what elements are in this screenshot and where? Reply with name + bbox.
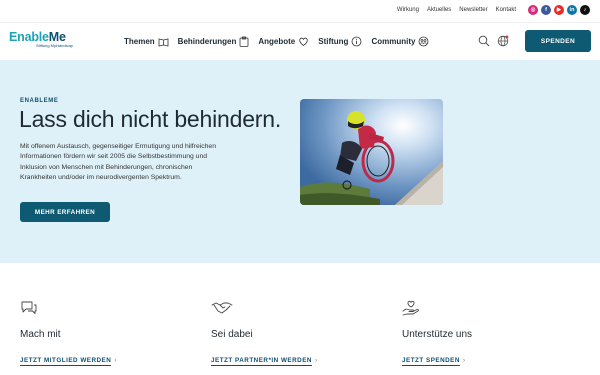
utility-links: Wirkung Aktuelles Newsletter Kontakt: [397, 7, 516, 13]
nav-label: Behinderungen: [177, 37, 237, 46]
tiktok-icon[interactable]: ♪: [580, 5, 590, 15]
become-partner-link[interactable]: JETZT PARTNER*IN WERDEN ›: [211, 357, 318, 366]
card-title: Mach mit: [20, 329, 61, 340]
nav-label: Themen: [124, 37, 155, 46]
utility-link-wirkung[interactable]: Wirkung: [397, 7, 419, 13]
nav-label: Community: [371, 37, 416, 46]
nav-item-stiftung[interactable]: Stiftung: [318, 36, 362, 47]
linkedin-icon[interactable]: in: [567, 5, 577, 15]
chat-bubbles-icon: [21, 301, 37, 314]
utility-link-newsletter[interactable]: Newsletter: [459, 7, 487, 13]
logo-text-me: Me: [48, 30, 66, 44]
nav-item-themen[interactable]: Themen: [124, 36, 169, 47]
donate-now-link[interactable]: JETZT SPENDEN ›: [402, 357, 466, 366]
clipboard-icon: [239, 36, 249, 47]
nav-item-behinderungen[interactable]: Behinderungen: [178, 36, 250, 47]
nav-item-angebote[interactable]: Angebote: [258, 36, 309, 47]
chevron-right-icon: ›: [462, 357, 466, 364]
hero-eyebrow: ENABLEME: [20, 98, 59, 104]
logo-text-enable: Enable: [9, 30, 49, 44]
chevron-right-icon: ›: [314, 357, 318, 364]
card-link-label: JETZT PARTNER*IN WERDEN: [211, 357, 312, 366]
card-title: Sei dabei: [211, 329, 253, 340]
become-member-link[interactable]: JETZT MITGLIED WERDEN ›: [20, 357, 117, 366]
utility-link-kontakt[interactable]: Kontakt: [496, 7, 516, 13]
top-utility-bar: Wirkung Aktuelles Newsletter Kontakt ◎ f…: [0, 0, 600, 22]
logo-subtitle: Stiftung MyHandicap: [36, 43, 73, 48]
donate-button[interactable]: SPENDEN: [525, 30, 591, 52]
youtube-icon[interactable]: ▶: [554, 5, 564, 15]
nav-label: Stiftung: [318, 37, 349, 46]
hand-heart-icon: [402, 300, 419, 316]
hero-image: [300, 99, 443, 205]
card-link-label: JETZT SPENDEN: [402, 357, 460, 366]
card-title: Unterstütze uns: [402, 329, 473, 340]
main-nav: Themen Behinderungen Angebote Stiftung C…: [124, 36, 438, 47]
nav-item-community[interactable]: Community: [371, 36, 429, 47]
book-icon: [158, 38, 169, 46]
chevron-right-icon: ›: [114, 357, 117, 364]
logo[interactable]: EnableMe Stiftung MyHandicap: [9, 30, 79, 48]
social-links: ◎ f ▶ in ♪: [528, 5, 590, 15]
card-link-label: JETZT MITGLIED WERDEN: [20, 357, 112, 366]
facebook-icon[interactable]: f: [541, 5, 551, 15]
instagram-icon[interactable]: ◎: [528, 5, 538, 15]
nav-label: Angebote: [258, 37, 296, 46]
heart-hand-icon: [299, 37, 308, 46]
main-header: EnableMe Stiftung MyHandicap Themen Behi…: [0, 22, 600, 60]
hero-text: Mit offenem Austausch, gegenseitiger Erm…: [20, 143, 216, 181]
hero-title: Lass dich nicht behindern.: [19, 106, 282, 132]
info-icon: [352, 36, 362, 47]
hero-section: ENABLEME Lass dich nicht behindern. Mit …: [0, 60, 600, 263]
utility-link-aktuelles[interactable]: Aktuelles: [427, 7, 451, 13]
search-icon[interactable]: [478, 35, 490, 47]
people-icon: [419, 36, 429, 47]
learn-more-button[interactable]: MEHR ERFAHREN: [20, 202, 110, 222]
handshake-icon: [211, 302, 233, 314]
globe-icon[interactable]: [497, 35, 509, 47]
